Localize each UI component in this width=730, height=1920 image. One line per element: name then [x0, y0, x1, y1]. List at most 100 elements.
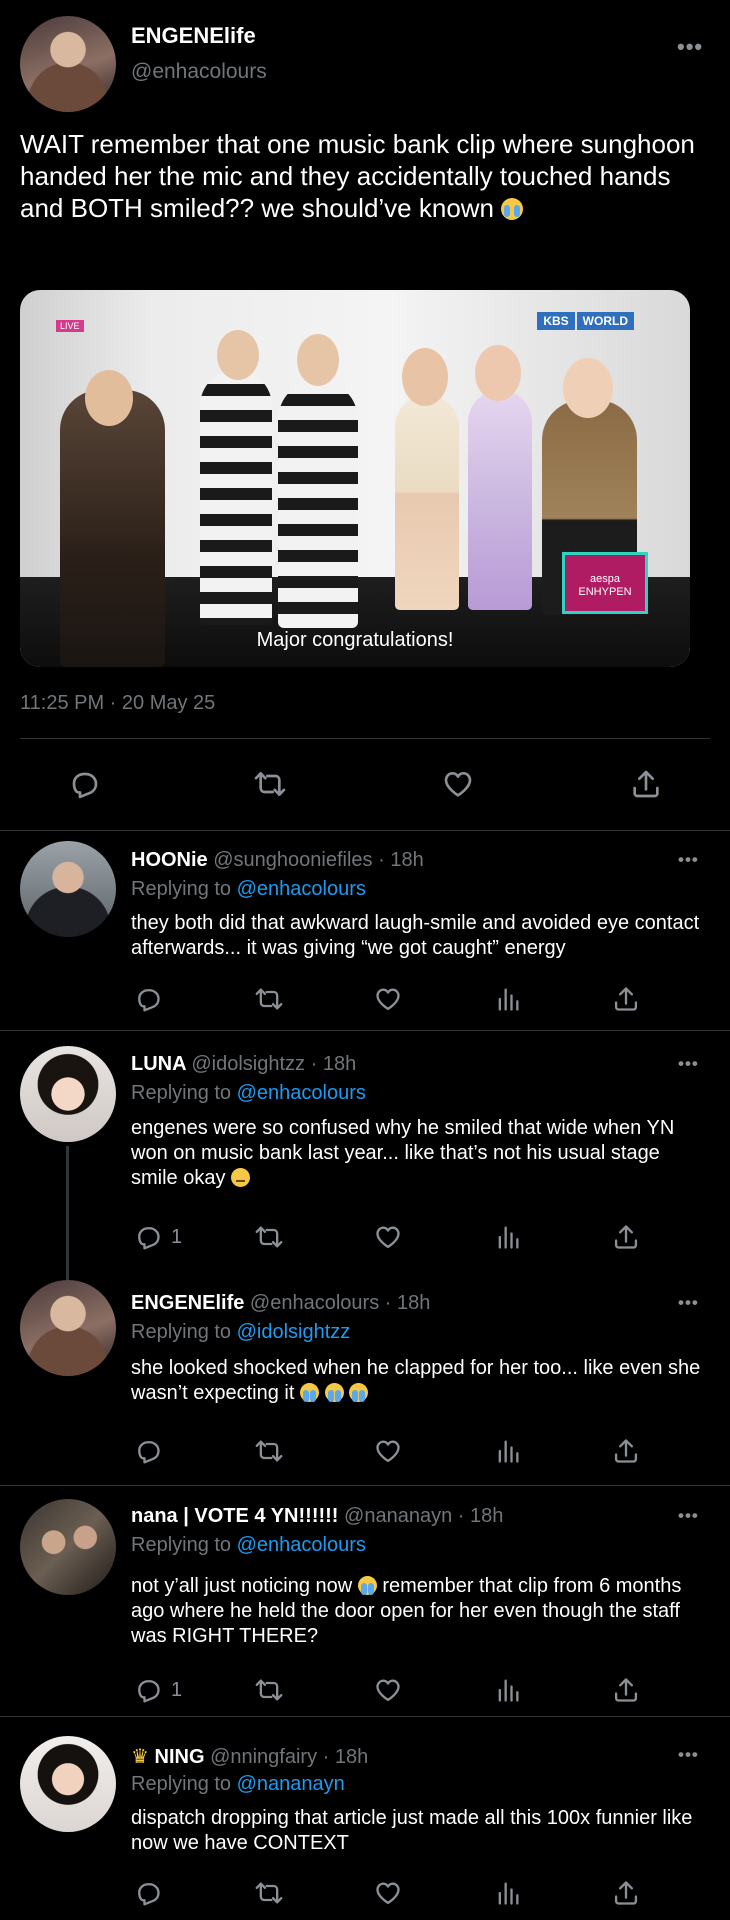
reply-icon[interactable]	[128, 979, 168, 1019]
reply-author-handle: @idolsightzz	[191, 1053, 306, 1075]
avatar[interactable]	[20, 1280, 116, 1376]
video-caption: Major congratulations!	[256, 629, 454, 651]
mention-link[interactable]: @enhacolours	[237, 878, 366, 900]
like-icon[interactable]	[368, 1873, 408, 1913]
replying-label: Replying to	[131, 1082, 232, 1104]
reply-author[interactable]: LUNA @idolsightzz · 18h	[131, 1053, 356, 1076]
retweet-icon[interactable]	[249, 1431, 289, 1471]
reply-author-handle: @nananayn	[344, 1505, 453, 1527]
avatar[interactable]	[20, 841, 116, 937]
reply-author-handle: @enhacolours	[249, 1292, 380, 1314]
person-figure	[395, 395, 459, 610]
reply-icon[interactable]	[128, 1431, 168, 1471]
views-icon[interactable]	[488, 979, 528, 1019]
reply-author-name: LUNA	[131, 1053, 186, 1075]
reply-author[interactable]: HOONie @sunghooniefiles · 18h	[131, 849, 424, 872]
more-icon[interactable]: •••	[678, 1506, 699, 1526]
crown-emoji-icon: ♛	[131, 1746, 149, 1768]
person-figure	[60, 390, 165, 667]
replying-to: Replying to @enhacolours	[131, 878, 366, 901]
like-icon[interactable]	[368, 1217, 408, 1257]
retweet-icon[interactable]	[249, 1670, 289, 1710]
reply-text: not y’all just noticing now remember tha…	[131, 1574, 711, 1649]
share-icon[interactable]	[606, 979, 646, 1019]
crying-emoji-icon	[357, 1576, 377, 1595]
like-icon[interactable]	[438, 764, 478, 804]
mention-link[interactable]: @enhacolours	[237, 1534, 366, 1556]
separator: ·	[322, 1746, 330, 1768]
channel-badge: KBS WORLD	[535, 312, 634, 330]
retweet-icon[interactable]	[250, 764, 290, 804]
retweet-icon[interactable]	[249, 1217, 289, 1257]
views-icon[interactable]	[488, 1873, 528, 1913]
mention-link[interactable]: @idolsightzz	[237, 1321, 351, 1343]
more-icon[interactable]: •••	[678, 850, 699, 870]
views-icon[interactable]	[488, 1217, 528, 1257]
like-icon[interactable]	[368, 1670, 408, 1710]
separator: ·	[378, 849, 385, 871]
reply-author-handle: @nningfairy	[210, 1746, 318, 1768]
more-icon[interactable]: •••	[678, 1293, 699, 1313]
reply-count: 1	[171, 1679, 183, 1701]
tweet-media-image[interactable]: LIVE KBS WORLD aespa ENHYPEN Major congra…	[20, 290, 690, 667]
reply-tweet[interactable]: ENGENElife @enhacolours · 18h ••• Replyi…	[0, 1280, 730, 1485]
divider	[20, 738, 710, 739]
more-icon[interactable]: •••	[678, 1054, 699, 1074]
thread-line	[66, 1146, 69, 1280]
avatar[interactable]	[20, 1736, 116, 1832]
person-figure	[278, 380, 358, 628]
like-icon[interactable]	[368, 979, 408, 1019]
tweet-timestamp[interactable]: 11:25 PM · 20 May 25	[20, 692, 215, 715]
avatar[interactable]	[20, 16, 116, 112]
reply-tweet[interactable]: nana | VOTE 4 YN!!!!!! @nananayn · 18h •…	[0, 1485, 730, 1735]
retweet-icon[interactable]	[249, 1873, 289, 1913]
reply-time: 18h	[470, 1505, 504, 1527]
person-head	[475, 345, 521, 401]
reply-icon[interactable]	[128, 1217, 168, 1257]
reply-icon[interactable]	[128, 1670, 168, 1710]
person-head	[402, 348, 448, 406]
share-icon[interactable]	[606, 1670, 646, 1710]
mention-link[interactable]: @enhacolours	[237, 1082, 366, 1104]
reply-text: dispatch dropping that article just made…	[131, 1807, 693, 1854]
reply-author[interactable]: nana | VOTE 4 YN!!!!!! @nananayn · 18h	[131, 1505, 503, 1528]
reply-tweet[interactable]: HOONie @sunghooniefiles · 18h ••• Replyi…	[0, 830, 730, 1030]
share-icon[interactable]	[606, 1217, 646, 1257]
tweet-text-body: WAIT remember that one music bank clip w…	[20, 129, 695, 223]
replying-to: Replying to @idolsightzz	[131, 1321, 350, 1344]
avatar[interactable]	[20, 1046, 116, 1142]
reply-time: 18h	[322, 1053, 357, 1075]
neutral-face-emoji-icon	[231, 1168, 251, 1187]
share-icon[interactable]	[606, 1431, 646, 1471]
more-icon[interactable]: •••	[677, 34, 703, 60]
share-icon[interactable]	[626, 764, 666, 804]
reply-author[interactable]: ♛ NING @nningfairy · 18h	[131, 1744, 368, 1769]
views-icon[interactable]	[488, 1431, 528, 1471]
reply-text-body: she looked shocked when he clapped for h…	[131, 1357, 701, 1404]
reply-author[interactable]: ENGENElife @enhacolours · 18h	[131, 1292, 430, 1315]
reply-count: 1	[171, 1226, 183, 1248]
more-icon[interactable]: •••	[678, 1745, 699, 1765]
reply-tweet[interactable]: LUNA @idolsightzz · 18h ••• Replying to …	[0, 1030, 730, 1280]
crying-emoji-icon	[501, 198, 524, 220]
reply-author-name: nana | VOTE 4 YN!!!!!!	[131, 1505, 339, 1527]
share-icon[interactable]	[606, 1873, 646, 1913]
reply-icon[interactable]	[64, 764, 104, 804]
author-handle[interactable]: @enhacolours	[131, 60, 267, 84]
retweet-icon[interactable]	[249, 979, 289, 1019]
replying-label: Replying to	[131, 1773, 232, 1795]
nominee-box: aespa ENHYPEN	[562, 552, 648, 614]
separator: ·	[457, 1505, 465, 1527]
views-icon[interactable]	[488, 1670, 528, 1710]
nominee-line-2: ENHYPEN	[578, 586, 632, 598]
reply-icon[interactable]	[128, 1873, 168, 1913]
author-name[interactable]: ENGENElife	[131, 23, 256, 49]
replying-to: Replying to @nananayn	[131, 1773, 345, 1796]
mention-link[interactable]: @nananayn	[237, 1773, 345, 1795]
main-tweet: ENGENElife @enhacolours ••• WAIT remembe…	[0, 0, 730, 830]
avatar[interactable]	[20, 1499, 116, 1595]
like-icon[interactable]	[368, 1431, 408, 1471]
replying-label: Replying to	[131, 878, 232, 900]
person-figure	[200, 370, 272, 625]
reply-tweet[interactable]: ♛ NING @nningfairy · 18h ••• Replying to…	[0, 1716, 730, 1920]
